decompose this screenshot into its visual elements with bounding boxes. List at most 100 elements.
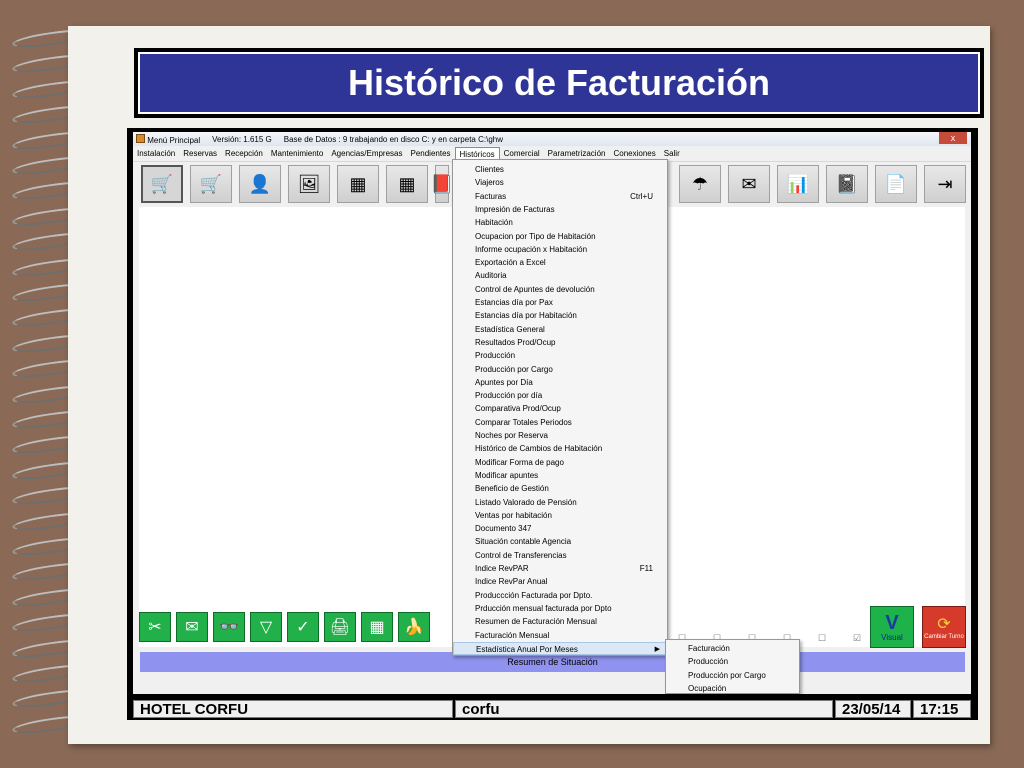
dropdown-menu-item[interactable]: Estadística Anual Por Meses ▶ xyxy=(453,641,667,655)
dropdown-menu-item-label: Facturación Mensual xyxy=(475,630,550,640)
dropdown-menu-item-label: Apuntes por Día xyxy=(475,377,533,387)
submenu-arrow-icon: ▶ xyxy=(654,645,660,653)
checkbox[interactable]: ☐ xyxy=(818,633,826,644)
estadistica-anual-submenu: Facturación Producción Producción por Carg… xyxy=(665,639,800,694)
dropdown-menu-item[interactable]: Estadística General xyxy=(453,323,667,336)
dropdown-menu-item[interactable]: Producción xyxy=(453,349,667,362)
dropdown-menu-item[interactable]: Estancias día por Habitación xyxy=(453,309,667,322)
cambiar-turno-button[interactable]: ⟳ Cambiar Turno xyxy=(922,606,966,648)
dropdown-menu-item[interactable]: Situación contable Agencia xyxy=(453,535,667,548)
notebook-icon[interactable]: 📓 xyxy=(826,165,868,203)
menu-instalacion[interactable]: Instalación xyxy=(133,147,179,161)
dropdown-menu-item-label: Histórico de Cambios de Habitación xyxy=(475,444,603,454)
bar-chart-icon[interactable]: 📊 xyxy=(777,165,819,203)
dropdown-menu-item[interactable]: Ocupacion por Tipo de Habitación xyxy=(453,230,667,243)
checkmark-icon[interactable]: ✓ xyxy=(287,612,319,642)
dropdown-menu-item[interactable]: Produccción Facturada por Dpto. xyxy=(453,589,667,602)
dropdown-menu-item-label: Comparativa Prod/Ocup xyxy=(475,404,561,414)
visual-button[interactable]: V Visual xyxy=(870,606,914,648)
grid-icon[interactable]: ▦ xyxy=(386,165,428,203)
dropdown-menu-item-label: Ocupacion por Tipo de Habitación xyxy=(475,231,596,241)
dropdown-menu-item[interactable]: Producción por día xyxy=(453,389,667,402)
dropdown-menu-item[interactable]: Comparativa Prod/Ocup xyxy=(453,402,667,415)
dropdown-menu-item-label: Producción por día xyxy=(475,391,543,401)
menu-mantenimiento[interactable]: Mantenimiento xyxy=(267,147,327,161)
dropdown-menu-item[interactable]: Modificar Forma de pago xyxy=(453,456,667,469)
resumen-situacion-label: Resumen de Situación xyxy=(507,657,598,667)
submenu-item[interactable]: Ocupación xyxy=(666,682,799,695)
documents-icon[interactable]: 📄 xyxy=(875,165,917,203)
banana-icon[interactable]: 🍌 xyxy=(398,612,430,642)
slide-title: Histórico de Facturación xyxy=(347,62,771,103)
dropdown-menu-item[interactable]: Resultados Prod/Ocup xyxy=(453,336,667,349)
window-close-button[interactable]: x xyxy=(939,132,967,144)
dropdown-menu-item[interactable]: Modificar apuntes xyxy=(453,469,667,482)
dropdown-menu-item[interactable]: Viajeros xyxy=(453,176,667,189)
cart-icon[interactable]: 🛒 xyxy=(141,165,183,203)
exit-door-icon[interactable]: ⇥ xyxy=(924,165,966,203)
grid-icon[interactable]: ▦ xyxy=(361,612,393,642)
menu-pendientes[interactable]: Pendientes xyxy=(407,147,455,161)
grid-icon[interactable]: ▦ xyxy=(337,165,379,203)
window-title-db: Base de Datos : 9 trabajando en disco C:… xyxy=(283,134,503,144)
dropdown-menu-item[interactable]: Habitación xyxy=(453,216,667,229)
submenu-item[interactable]: Facturación xyxy=(666,642,799,655)
scissors-icon[interactable]: ✂ xyxy=(139,612,171,642)
dropdown-menu-item[interactable]: Resumen de Facturación Mensual xyxy=(453,615,667,628)
dropdown-menu-item[interactable]: Listado Valorado de Pensión xyxy=(453,496,667,509)
dropdown-menu-item[interactable]: Indice RevPAR F11 xyxy=(453,562,667,575)
menu-agencias-empresas[interactable]: Agencias/Empresas xyxy=(327,147,406,161)
dropdown-menu-item[interactable]: Exportación a Excel xyxy=(453,256,667,269)
triangle-down-icon[interactable]: ▽ xyxy=(250,612,282,642)
dropdown-menu-item-label: Habitación xyxy=(475,218,513,228)
dropdown-menu-item[interactable]: Noches por Reserva xyxy=(453,429,667,442)
dropdown-menu-item[interactable]: Indice RevPar Anual xyxy=(453,575,667,588)
checkbox[interactable]: ☑ xyxy=(853,633,861,644)
cambiar-turno-label: Cambiar Turno xyxy=(924,633,964,640)
status-bar: HOTEL CORFU corfu 23/05/14 17:15 xyxy=(127,698,978,720)
dropdown-menu-item[interactable]: Clientes xyxy=(453,163,667,176)
dropdown-menu-item-label: Beneficio de Gestión xyxy=(475,484,549,494)
dropdown-menu-item[interactable]: Comparar Totales Periodos xyxy=(453,416,667,429)
submenu-item[interactable]: Producción por Cargo xyxy=(666,669,799,682)
window-title-app: Menú Principal xyxy=(147,135,201,145)
dropdown-menu-item[interactable]: Facturación Mensual xyxy=(453,629,667,642)
dropdown-menu-item[interactable]: Control de Apuntes de devolución xyxy=(453,283,667,296)
book-icon[interactable]: 📕 xyxy=(431,165,453,203)
dropdown-menu-item[interactable]: Prducción mensual facturada por Dpto xyxy=(453,602,667,615)
dropdown-menu-item[interactable]: Estancias día por Pax xyxy=(453,296,667,309)
person-icon[interactable]: 👤 xyxy=(239,165,281,203)
dropdown-menu-item[interactable]: Apuntes por Día xyxy=(453,376,667,389)
status-date: 23/05/14 xyxy=(835,700,911,718)
dropdown-menu-item-label: Exportación a Excel xyxy=(475,258,546,268)
menu-recepcion[interactable]: Recepción xyxy=(221,147,267,161)
refresh-icon: ⟳ xyxy=(937,615,951,633)
printer-icon[interactable]: 🖨 xyxy=(324,612,356,642)
dropdown-menu-item-label: Produccción Facturada por Dpto. xyxy=(475,590,593,600)
dropdown-menu-item[interactable]: Informe ocupación x Habitación xyxy=(453,243,667,256)
dropdown-menu-item[interactable]: Impresión de Facturas xyxy=(453,203,667,216)
dropdown-menu-item-shortcut: Ctrl+U xyxy=(630,191,653,201)
dropdown-menu-item-label: Producción por Cargo xyxy=(475,364,553,374)
dropdown-menu-item-label: Auditoria xyxy=(475,271,507,281)
dropdown-menu-item[interactable]: Documento 347 xyxy=(453,522,667,535)
dropdown-menu-item-label: Documento 347 xyxy=(475,524,532,534)
image-icon[interactable]: 🖼 xyxy=(288,165,330,203)
status-user: corfu xyxy=(455,700,833,718)
dropdown-menu-item[interactable]: Producción por Cargo xyxy=(453,363,667,376)
dropdown-menu-item-label: Listado Valorado de Pensión xyxy=(475,497,577,507)
envelope-icon[interactable]: ✉ xyxy=(176,612,208,642)
dropdown-menu-item-label: Modificar apuntes xyxy=(475,470,539,480)
dropdown-menu-item[interactable]: Histórico de Cambios de Habitación xyxy=(453,442,667,455)
dropdown-menu-item[interactable]: Facturas Ctrl+U xyxy=(453,190,667,203)
binoculars-icon[interactable]: 👓 xyxy=(213,612,245,642)
dropdown-menu-item[interactable]: Control de Transferencias xyxy=(453,549,667,562)
envelope-icon[interactable]: ✉ xyxy=(728,165,770,203)
dropdown-menu-item[interactable]: Beneficio de Gestión xyxy=(453,482,667,495)
dropdown-menu-item[interactable]: Ventas por habitación xyxy=(453,509,667,522)
dropdown-menu-item[interactable]: Auditoria xyxy=(453,269,667,282)
menu-reservas[interactable]: Reservas xyxy=(179,147,221,161)
umbrella-icon[interactable]: ☂ xyxy=(679,165,721,203)
submenu-item[interactable]: Producción xyxy=(666,655,799,668)
cart-icon[interactable]: 🛒 xyxy=(190,165,232,203)
